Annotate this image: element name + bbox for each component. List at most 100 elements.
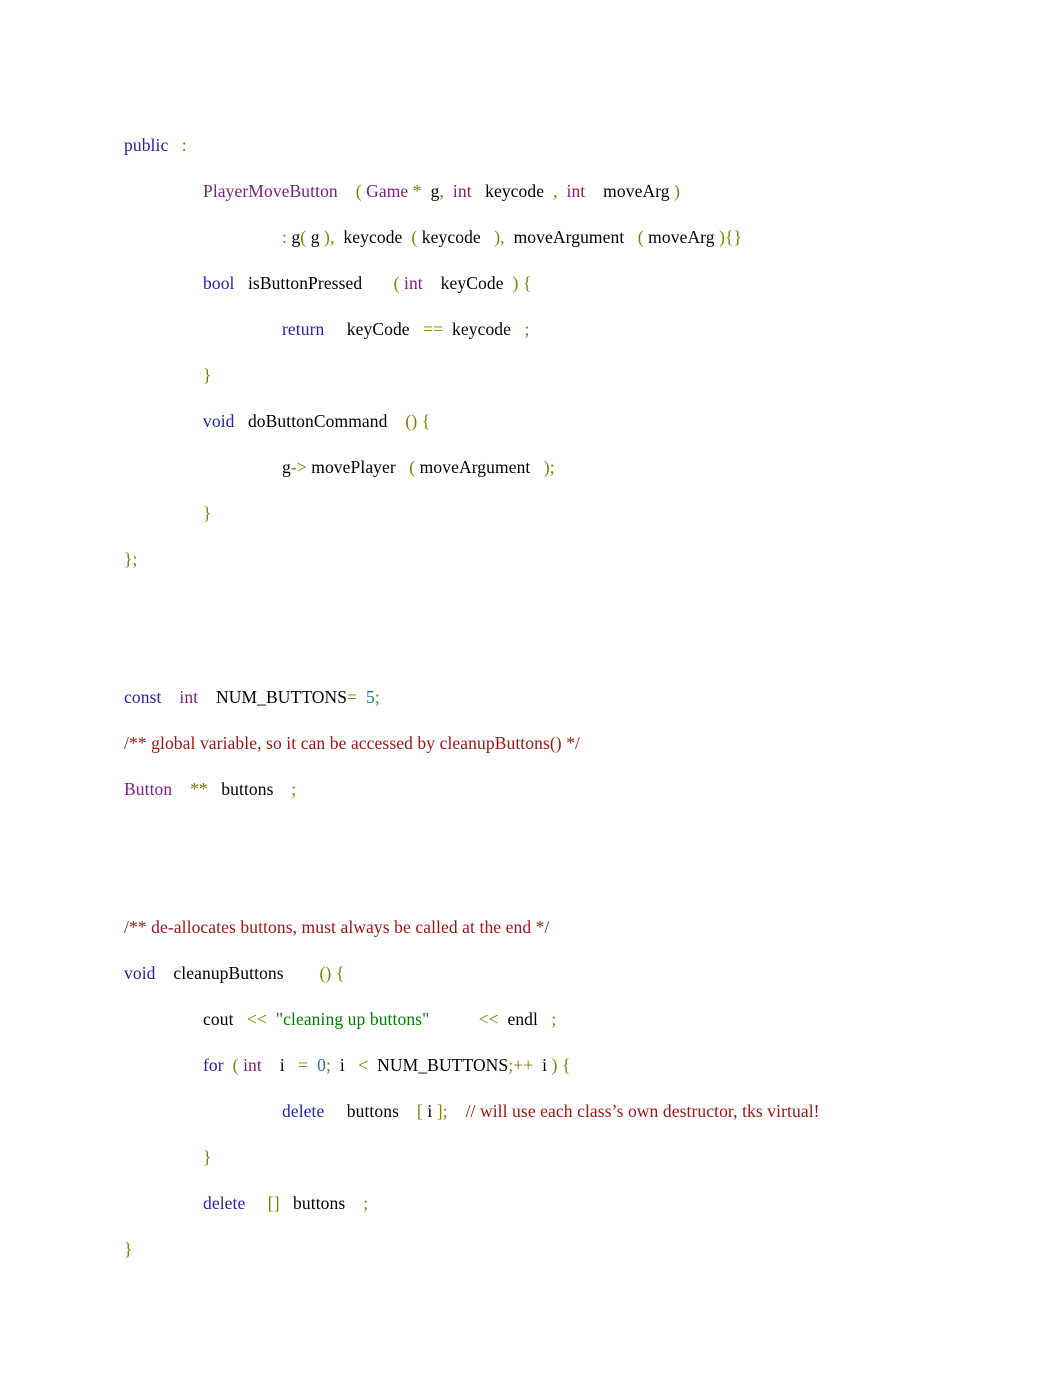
code-token: :	[181, 135, 187, 155]
code-token: <	[349, 1055, 369, 1075]
code-token: keyCode	[422, 273, 509, 293]
code-token: ;	[515, 319, 530, 339]
code-token: ;	[349, 1193, 369, 1213]
code-token: (	[400, 457, 416, 477]
code-token: int	[243, 1055, 262, 1075]
code-line: void doButtonCommand () {	[124, 398, 944, 444]
code-token: =	[289, 1055, 309, 1075]
code-token: isButtonPressed	[234, 273, 363, 293]
code-line: Button ** buttons ;	[124, 766, 944, 812]
code-token: g	[421, 181, 440, 201]
code-token: g	[306, 227, 325, 247]
code-listing: public : PlayerMoveButton ( Game * g, in…	[124, 122, 944, 1272]
code-token: int	[566, 181, 586, 201]
code-token: /** global variable, so it can be access…	[124, 733, 581, 753]
code-token: )	[508, 273, 519, 293]
code-token: i	[533, 1055, 552, 1075]
code-token: for	[203, 1055, 224, 1075]
code-token: delete	[203, 1193, 246, 1213]
code-token: ){}	[719, 227, 743, 247]
code-token: {	[562, 1055, 571, 1075]
code-token: keycode	[334, 227, 407, 247]
code-token: i	[330, 1055, 350, 1075]
code-token: moveArg	[643, 227, 720, 247]
code-token: Game	[366, 181, 409, 201]
code-line: : g( g ), keycode ( keycode ), moveArgum…	[124, 214, 944, 260]
code-token: }	[203, 1147, 212, 1167]
code-token: <<	[246, 1009, 267, 1029]
code-token: [	[403, 1101, 423, 1121]
code-line: }	[124, 490, 944, 536]
code-token: i	[261, 1055, 290, 1075]
code-line: cout << "cleaning up buttons" << endl ;	[124, 996, 944, 1042]
code-line: delete [] buttons ;	[124, 1180, 944, 1226]
code-token: moveArgument	[504, 227, 629, 247]
code-token: (	[406, 227, 418, 247]
code-token: const	[124, 687, 162, 707]
code-token: // will use each class’s own destructor,…	[465, 1101, 820, 1121]
code-token: (	[628, 227, 644, 247]
code-line: /** de-allocates buttons, must always be…	[124, 904, 944, 950]
code-token: **	[190, 779, 208, 799]
code-line: }	[124, 352, 944, 398]
code-token: "cleaning up buttons"	[275, 1009, 430, 1029]
code-token: endl	[498, 1009, 543, 1029]
code-token: }	[203, 365, 212, 385]
code-token: moveArgument	[415, 457, 535, 477]
code-line: }	[124, 1226, 944, 1272]
code-token: void	[124, 963, 156, 983]
code-token: ];	[436, 1101, 448, 1121]
code-token: int	[403, 273, 423, 293]
code-token: ;	[374, 687, 380, 707]
code-token: 5	[366, 687, 375, 707]
code-token: ;	[542, 1009, 557, 1029]
code-line: delete buttons [ i ]; // will use each c…	[124, 1088, 944, 1134]
code-token: movePlayer	[306, 457, 401, 477]
code-token: keycode	[443, 319, 516, 339]
code-line: const int NUM_BUTTONS= 5;	[124, 674, 944, 720]
code-line: public :	[124, 122, 944, 168]
code-token: NUM_BUTTONS	[368, 1055, 509, 1075]
code-line: for ( int i = 0; i < NUM_BUTTONS;++ i ) …	[124, 1042, 944, 1088]
code-token: {	[522, 273, 532, 293]
code-line: void cleanupButtons () {	[124, 950, 944, 996]
code-token: i	[422, 1101, 437, 1121]
code-token: /** de-allocates buttons, must always be…	[124, 917, 550, 937]
code-token: bool	[203, 273, 235, 293]
code-token: keycode	[471, 181, 545, 201]
code-token: ;	[278, 779, 297, 799]
code-token: []	[267, 1193, 280, 1213]
code-token: NUM_BUTTONS	[198, 687, 348, 707]
code-line: bool isButtonPressed ( int keyCode ) {	[124, 260, 944, 306]
code-token: }	[203, 503, 212, 523]
code-token: ++	[513, 1055, 534, 1075]
code-token: g	[286, 227, 301, 247]
code-token: );	[534, 457, 555, 477]
code-token: delete	[282, 1101, 325, 1121]
code-token: PlayerMoveButton	[203, 181, 338, 201]
code-token: };	[124, 549, 138, 569]
code-token: moveArg	[585, 181, 675, 201]
code-token: void	[203, 411, 235, 431]
code-token: <<	[478, 1009, 499, 1029]
code-token: =	[347, 687, 358, 707]
code-token: {	[421, 411, 431, 431]
